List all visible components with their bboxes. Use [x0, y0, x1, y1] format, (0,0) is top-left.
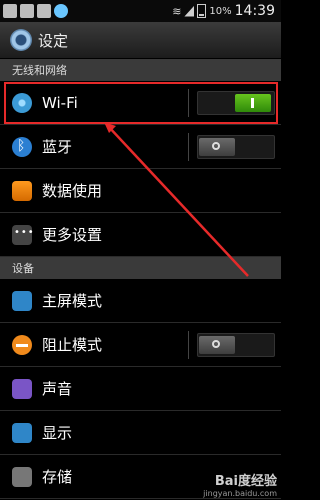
settings-item-bluetooth[interactable]: 蓝牙: [0, 125, 281, 169]
divider: [188, 331, 189, 359]
app-icon: [3, 4, 17, 18]
settings-item-more-settings[interactable]: 更多设置: [0, 213, 281, 257]
title-bar: 设定: [0, 22, 281, 59]
data-usage-icon: [12, 180, 32, 201]
update-icon: [54, 4, 68, 18]
bluetooth-toggle[interactable]: [197, 135, 275, 159]
wifi-toggle[interactable]: [197, 91, 275, 115]
section-header-wireless: 无线和网络: [0, 59, 281, 81]
battery-icon: [197, 4, 207, 18]
bluetooth-icon: [12, 136, 32, 157]
blocking-mode-toggle[interactable]: [197, 333, 275, 357]
item-label: 存储: [42, 468, 73, 486]
watermark-url: jingyan.baidu.com: [203, 489, 277, 498]
battery-level: 10%: [209, 5, 232, 17]
settings-item-display[interactable]: 显示: [0, 411, 281, 455]
storage-icon: [12, 466, 32, 487]
item-label: 更多设置: [42, 226, 103, 244]
divider: [188, 133, 189, 161]
item-label: 蓝牙: [42, 138, 73, 156]
clock: 14:39: [234, 3, 275, 19]
more-settings-icon: [12, 224, 35, 245]
item-label: 主屏模式: [42, 292, 103, 310]
watermark-logo: Bai度经验: [214, 474, 277, 489]
settings-item-home-screen[interactable]: 主屏模式: [0, 279, 281, 323]
section-label: 无线和网络: [12, 64, 67, 77]
page-title: 设定: [38, 31, 69, 50]
item-label: 阻止模式: [42, 336, 103, 354]
shield-icon: [20, 4, 34, 18]
item-label: Wi-Fi: [42, 93, 78, 112]
settings-item-wifi[interactable]: Wi-Fi: [0, 81, 281, 125]
home-screen-icon: [12, 290, 32, 311]
item-label: 数据使用: [42, 182, 103, 200]
settings-item-sound[interactable]: 声音: [0, 367, 281, 411]
blocking-icon: [12, 334, 32, 355]
divider: [188, 89, 189, 117]
watermark: Bai度经验 jingyan.baidu.com: [203, 470, 277, 498]
status-bar: ≋ 10% 14:39: [0, 0, 281, 22]
sound-icon: [12, 378, 32, 399]
item-label: 显示: [42, 424, 73, 442]
wifi-icon: ≋: [172, 4, 182, 18]
item-label: 声音: [42, 380, 73, 398]
gear-icon: [10, 29, 32, 51]
settings-item-data-usage[interactable]: 数据使用: [0, 169, 281, 213]
image-icon: [37, 4, 51, 18]
section-label: 设备: [12, 262, 34, 275]
section-header-device: 设备: [0, 257, 281, 279]
wifi-icon: [12, 92, 32, 113]
signal-icon: [184, 5, 195, 17]
display-icon: [12, 422, 32, 443]
settings-item-blocking-mode[interactable]: 阻止模式: [0, 323, 281, 367]
